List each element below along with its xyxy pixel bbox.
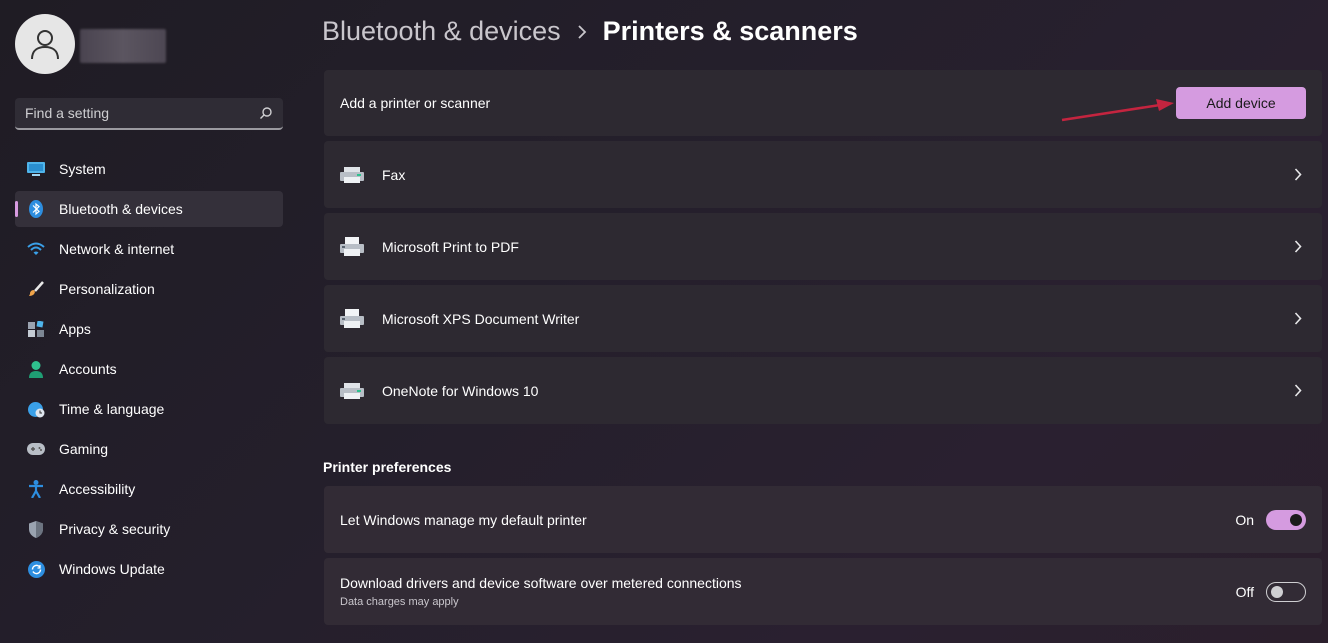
device-name: Microsoft Print to PDF: [382, 238, 519, 255]
search-icon[interactable]: [259, 106, 273, 120]
sidebar-item-network[interactable]: Network & internet: [15, 231, 283, 267]
add-printer-label: Add a printer or scanner: [340, 95, 491, 111]
sidebar-item-label: Privacy & security: [59, 521, 171, 537]
device-name: Microsoft XPS Document Writer: [382, 310, 580, 327]
search-input[interactable]: [25, 105, 259, 121]
sidebar-item-accessibility[interactable]: Accessibility: [15, 471, 283, 507]
sidebar-item-apps[interactable]: Apps: [15, 311, 283, 347]
device-row-print-to-pdf[interactable]: Microsoft Print to PDF: [324, 213, 1322, 280]
sidebar-item-accounts[interactable]: Accounts: [15, 351, 283, 387]
toggle-knob: [1271, 585, 1283, 598]
username-redacted: [80, 29, 166, 63]
sidebar: System Bluetooth & devices Network & int…: [0, 0, 300, 643]
monitor-icon: [27, 160, 45, 178]
gamepad-icon: [27, 440, 45, 458]
pref-label: Let Windows manage my default printer: [340, 511, 587, 528]
toggle-state-label: On: [1235, 511, 1254, 528]
device-row-onenote[interactable]: OneNote for Windows 10: [324, 357, 1322, 424]
device-row-fax[interactable]: Fax: [324, 141, 1322, 208]
chevron-right-icon: [1294, 312, 1302, 325]
shield-icon: [27, 520, 45, 538]
device-name: OneNote for Windows 10: [382, 382, 539, 399]
brush-icon: [27, 280, 45, 298]
chevron-right-icon: [1294, 384, 1302, 397]
update-icon: [27, 560, 45, 578]
chevron-right-icon: [1294, 240, 1302, 253]
search-box[interactable]: [15, 98, 283, 130]
sidebar-item-privacy[interactable]: Privacy & security: [15, 511, 283, 547]
add-device-button[interactable]: Add device: [1176, 87, 1306, 119]
wifi-icon: [27, 240, 45, 258]
pref-sublabel: Data charges may apply: [340, 596, 459, 608]
pref-row-default-printer: Let Windows manage my default printer On: [324, 486, 1322, 553]
sidebar-item-label: Gaming: [59, 441, 109, 457]
accessibility-icon: [27, 480, 45, 498]
sidebar-item-label: Accounts: [59, 361, 117, 377]
printer-icon: [340, 236, 364, 256]
metered-downloads-toggle[interactable]: [1266, 581, 1306, 602]
person-icon: [31, 30, 59, 60]
breadcrumb: Bluetooth & devices Printers & scanners: [322, 16, 858, 47]
sidebar-item-label: Network & internet: [59, 241, 175, 257]
toggle-knob: [1290, 513, 1302, 526]
sidebar-item-label: Bluetooth & devices: [59, 201, 183, 217]
sidebar-item-system[interactable]: System: [15, 151, 283, 187]
avatar[interactable]: [15, 14, 75, 74]
sidebar-item-bluetooth[interactable]: Bluetooth & devices: [15, 191, 283, 227]
apps-icon: [27, 320, 45, 338]
section-title-printer-preferences: Printer preferences: [323, 459, 452, 475]
annotation-arrow: [1061, 99, 1174, 122]
globe-clock-icon: [27, 400, 45, 418]
sidebar-item-label: Time & language: [59, 401, 165, 417]
sidebar-item-personalization[interactable]: Personalization: [15, 271, 283, 307]
bluetooth-icon: [27, 200, 45, 218]
default-printer-toggle[interactable]: [1266, 509, 1306, 530]
fax-printer-icon: [340, 166, 364, 183]
device-row-xps-writer[interactable]: Microsoft XPS Document Writer: [324, 285, 1322, 352]
page-title: Printers & scanners: [602, 16, 858, 46]
printer-icon: [340, 382, 364, 399]
sidebar-item-label: Windows Update: [59, 561, 165, 577]
sidebar-item-time-language[interactable]: Time & language: [15, 391, 283, 427]
sidebar-item-label: Apps: [59, 321, 91, 337]
sidebar-item-label: Personalization: [59, 281, 155, 297]
device-name: Fax: [382, 166, 406, 183]
chevron-right-icon: [578, 24, 586, 39]
toggle-state-label: Off: [1235, 583, 1254, 600]
pref-text: Download drivers and device software ove…: [340, 575, 742, 608]
printer-icon: [340, 308, 364, 328]
pref-label: Download drivers and device software ove…: [340, 575, 742, 591]
sidebar-item-label: Accessibility: [59, 481, 136, 497]
sidebar-item-gaming[interactable]: Gaming: [15, 431, 283, 467]
sidebar-item-label: System: [59, 161, 106, 177]
nav-list: System Bluetooth & devices Network & int…: [15, 151, 283, 591]
chevron-right-icon: [1294, 168, 1302, 181]
sidebar-item-windows-update[interactable]: Windows Update: [15, 551, 283, 587]
breadcrumb-parent[interactable]: Bluetooth & devices: [322, 16, 561, 47]
person-icon: [27, 360, 45, 378]
pref-row-metered-downloads: Download drivers and device software ove…: [324, 558, 1322, 625]
